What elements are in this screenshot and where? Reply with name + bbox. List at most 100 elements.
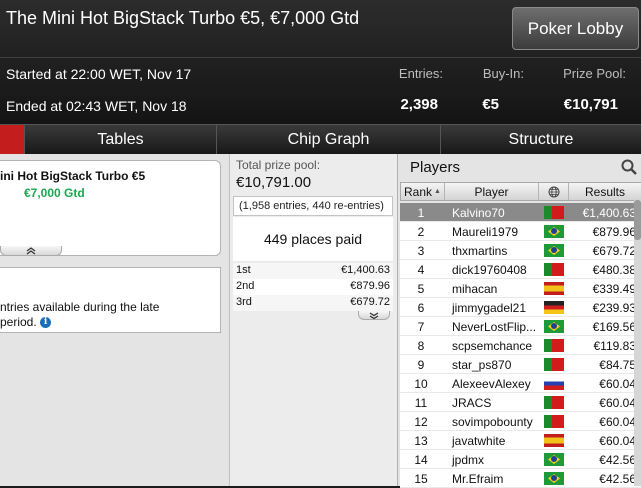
player-row[interactable]: 6 jimmygadel21 €239.93 [400, 298, 641, 317]
player-rank: 4 [417, 263, 425, 277]
country-flag-icon [544, 472, 564, 485]
entries-breakdown: (1,958 entries, 440 re-entries) [233, 196, 393, 216]
buyin-value: €5 [482, 96, 499, 113]
country-flag-icon [544, 434, 564, 447]
info-icon[interactable]: i [40, 317, 52, 329]
players-table-body: 1 Kalvino70 €1,400.63 2 Maureli1979 €879.96 3 t… [400, 203, 641, 488]
player-rank: 14 [414, 453, 428, 467]
player-rank: 3 [417, 244, 425, 258]
tab-tables[interactable]: Tables [24, 125, 216, 154]
player-row[interactable]: 13 javatwhite €60.04 [400, 431, 641, 450]
search-icon[interactable] [620, 158, 638, 176]
country-flag-icon [544, 263, 564, 276]
player-name: Maureli1979 [452, 225, 519, 239]
tournament-title: The Mini Hot BigStack Turbo €5, €7,000 G… [6, 8, 360, 28]
player-row[interactable]: 14 jpdmx €42.56 [400, 450, 641, 469]
country-flag-icon [544, 206, 564, 219]
player-result: €60.04 [599, 415, 636, 429]
payout-row: 3rd €679.72 [233, 295, 393, 311]
payout-row: 2nd €879.96 [233, 279, 393, 295]
tab-chip-graph[interactable]: Chip Graph [216, 125, 440, 154]
player-row[interactable]: 1 Kalvino70 €1,400.63 [400, 203, 641, 222]
player-result: €42.56 [599, 472, 636, 486]
player-row[interactable]: 4 dick19760408 €480.38 [400, 260, 641, 279]
started-time: Started at 22:00 WET, Nov 17 [6, 66, 192, 82]
player-result: €339.49 [592, 282, 636, 296]
country-flag-icon [544, 377, 564, 390]
country-flag-icon [544, 358, 564, 371]
player-row[interactable]: 3 thxmartins €679.72 [400, 241, 641, 260]
payout-amount: €1,400.63 [341, 264, 390, 276]
country-column-header[interactable] [539, 183, 569, 200]
player-rank: 2 [417, 225, 425, 239]
payout-place: 3rd [236, 296, 252, 308]
player-row[interactable]: 8 scpsemchance €119.83 [400, 336, 641, 355]
late-registration-note: ntries available during the late period.… [0, 267, 221, 333]
player-name: Kalvino70 [452, 206, 505, 220]
payout-amount: €679.72 [350, 296, 390, 308]
player-row[interactable]: 5 mihacan €339.49 [400, 279, 641, 298]
player-result: €42.56 [599, 453, 636, 467]
player-name: Mr.Efraim [452, 472, 504, 486]
card-expand-button[interactable] [0, 246, 62, 256]
player-rank: 11 [414, 396, 428, 410]
player-row[interactable]: 11 JRACS €60.04 [400, 393, 641, 412]
player-rank: 1 [417, 206, 425, 220]
player-name: thxmartins [452, 244, 508, 258]
total-prize-pool-label: Total prize pool: [236, 158, 321, 172]
scrollbar-thumb[interactable] [634, 200, 641, 240]
tab-bar: Tables Chip Graph Structure [0, 124, 641, 154]
poker-lobby-button[interactable]: Poker Lobby [512, 7, 639, 50]
player-row[interactable]: 7 NeverLostFlip... €169.56 [400, 317, 641, 336]
total-prize-pool-value: €10,791.00 [236, 174, 312, 191]
player-name: dick19760408 [452, 263, 527, 277]
country-flag-icon [544, 301, 564, 314]
tab-structure[interactable]: Structure [440, 125, 641, 154]
player-column-header[interactable]: Player [445, 183, 539, 200]
sort-up-icon: ▲ [434, 188, 441, 195]
player-row[interactable]: 9 star_ps870 €84.75 [400, 355, 641, 374]
prize-pool-value: €10,791 [563, 96, 618, 113]
payout-place: 1st [236, 264, 251, 276]
double-chevron-up-icon [26, 246, 36, 255]
results-column-header[interactable]: Results [569, 183, 641, 200]
prize-pool-panel: Total prize pool: €10,791.00 (1,958 entr… [229, 154, 397, 486]
player-result: €480.38 [592, 263, 636, 277]
player-rank: 5 [417, 282, 425, 296]
buyin-label: Buy-In: [482, 66, 524, 81]
country-flag-icon [544, 339, 564, 352]
player-result: €60.04 [599, 434, 636, 448]
player-result: €60.04 [599, 377, 636, 391]
country-flag-icon [544, 244, 564, 257]
note-line1: ntries available during the late [0, 300, 160, 314]
country-flag-icon [544, 396, 564, 409]
player-name: AlexeevAlexey [452, 377, 531, 391]
double-chevron-down-icon [369, 311, 379, 319]
player-rank: 10 [414, 377, 428, 391]
player-rank: 15 [414, 472, 428, 486]
country-flag-icon [544, 282, 564, 295]
player-rank: 12 [414, 415, 428, 429]
player-row[interactable]: 15 Mr.Efraim €42.56 [400, 469, 641, 488]
player-name: star_ps870 [452, 358, 512, 372]
player-row[interactable]: 10 AlexeevAlexey €60.04 [400, 374, 641, 393]
entries-value: 2,398 [400, 96, 438, 113]
player-name: scpsemchance [452, 339, 533, 353]
player-result: €84.75 [599, 358, 636, 372]
player-row[interactable]: 2 Maureli1979 €879.96 [400, 222, 641, 241]
tab-info-active[interactable] [0, 125, 24, 154]
country-flag-icon [544, 225, 564, 238]
tournament-info-panel: ini Hot BigStack Turbo €5 €7,000 Gtd ntr… [0, 154, 229, 486]
payout-expand-button[interactable] [358, 311, 390, 320]
entries-label: Entries: [398, 66, 443, 81]
player-row[interactable]: 12 sovimpobounty €60.04 [400, 412, 641, 431]
player-name: JRACS [452, 396, 492, 410]
player-result: €169.56 [592, 320, 636, 334]
player-result: €1,400.63 [582, 206, 636, 220]
rank-column-header[interactable]: Rank ▲ [401, 183, 445, 200]
players-scrollbar[interactable] [634, 200, 641, 486]
player-name: javatwhite [452, 434, 506, 448]
player-rank: 8 [417, 339, 425, 353]
player-rank: 13 [414, 434, 428, 448]
payout-row: 1st €1,400.63 [233, 263, 393, 279]
